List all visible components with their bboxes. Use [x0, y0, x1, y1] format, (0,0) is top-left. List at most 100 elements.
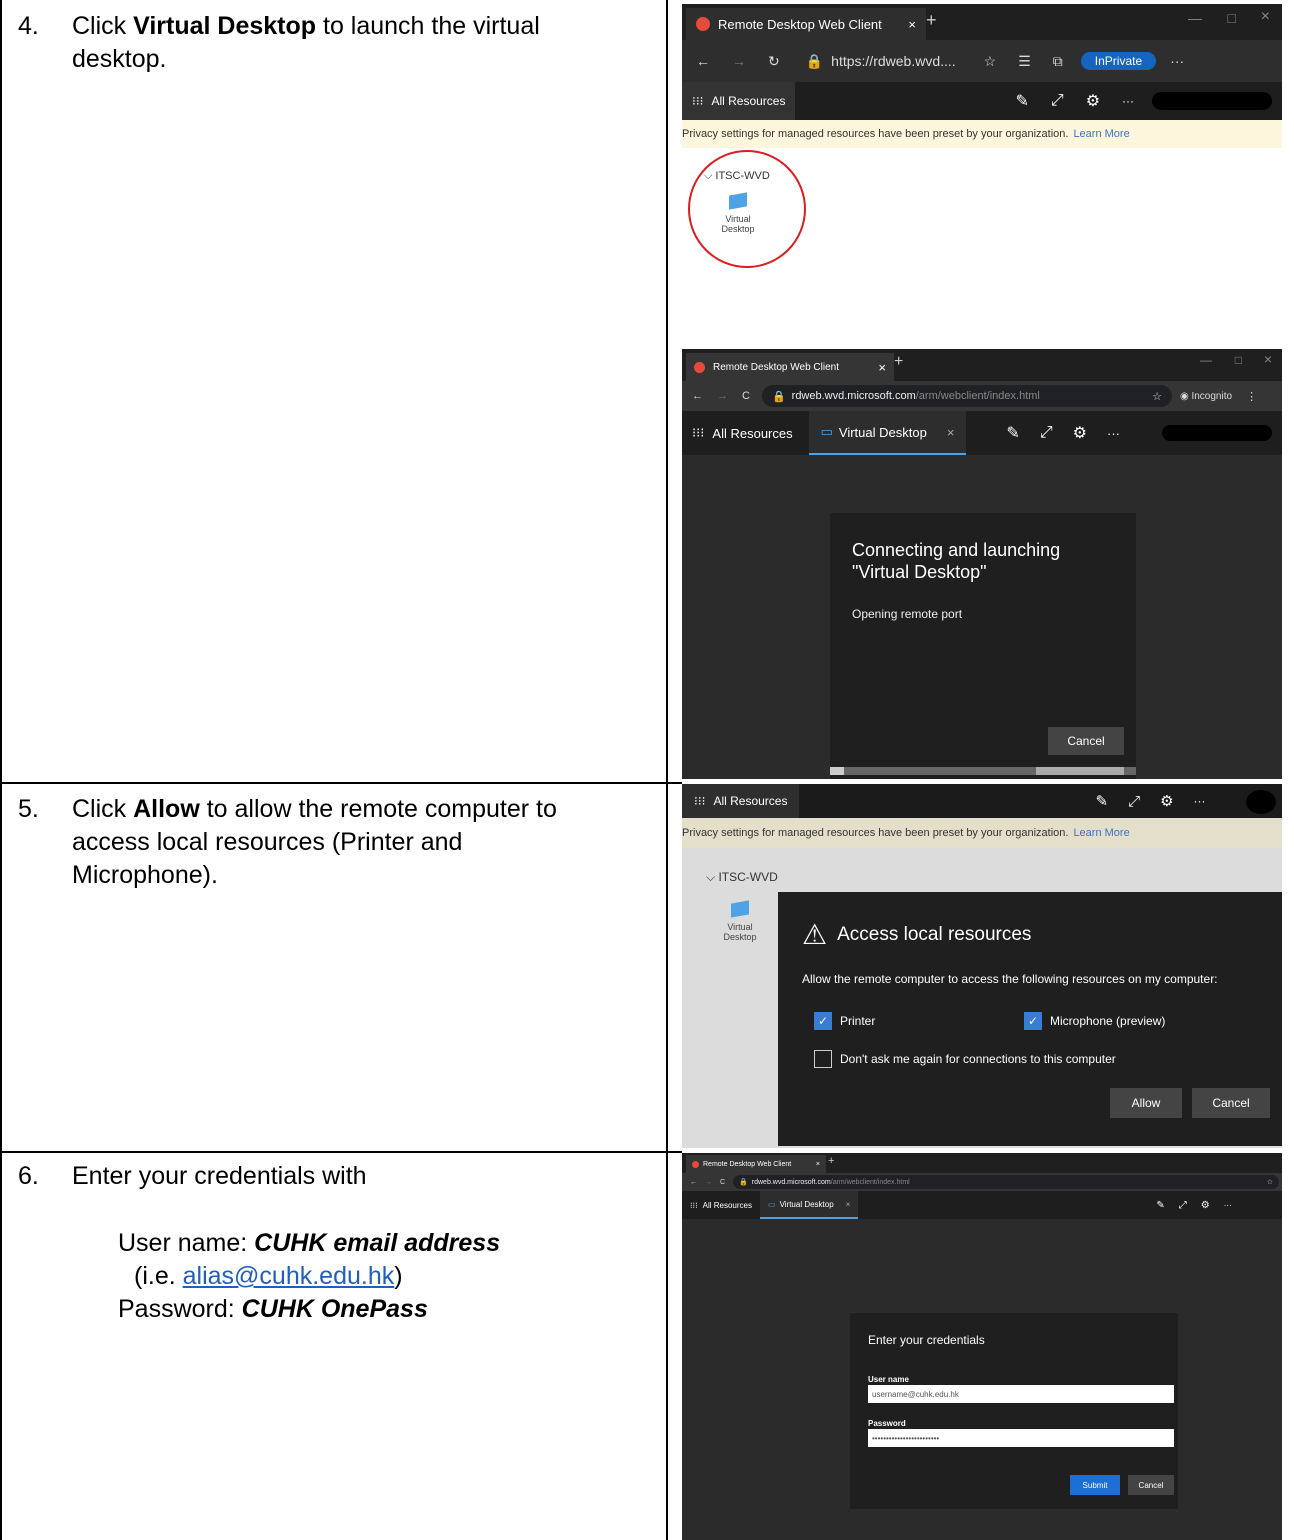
maximize-icon[interactable]: □ — [1228, 10, 1236, 26]
learn-more-link[interactable]: Learn More — [1073, 128, 1129, 140]
expand-icon[interactable]: ⤢ — [1128, 793, 1140, 810]
more-icon[interactable]: ··· — [1194, 794, 1206, 808]
privacy-notice: Privacy settings for managed resources h… — [682, 120, 1282, 148]
new-tab-icon[interactable]: + — [926, 10, 937, 31]
more-icon[interactable]: ··· — [1224, 1201, 1232, 1210]
back-icon[interactable]: ← — [690, 1179, 697, 1186]
rd-toolbar: ⁝⁝⁝ All Resources ✎ ⤢ ⚙ ··· — [682, 784, 1282, 818]
text-part: (i.e. — [134, 1262, 183, 1290]
password-input[interactable]: •••••••••••••••••••••••• — [868, 1429, 1174, 1447]
screenshot-connecting: Remote Desktop Web Client × + — □ × ← → … — [682, 349, 1282, 779]
rd-app-icon — [694, 361, 705, 373]
gear-icon[interactable]: ⚙ — [1160, 792, 1173, 810]
text-part: ) — [394, 1262, 403, 1290]
connecting-dialog: Connecting and launching "Virtual Deskto… — [830, 513, 1136, 779]
all-resources-tab[interactable]: ⁝⁝⁝ All Resources — [682, 784, 800, 818]
notice-text: Privacy settings for managed resources h… — [682, 827, 1069, 839]
all-resources-tab[interactable]: ⁝⁝⁝ All Resources — [682, 425, 803, 441]
allow-button[interactable]: Allow — [1110, 1088, 1182, 1118]
pin-icon[interactable]: ✎ — [1015, 91, 1028, 111]
favorite-icon[interactable]: ☆ — [1267, 1178, 1273, 1186]
browser-tab[interactable]: Remote Desktop Web Client × — [686, 353, 894, 381]
expand-icon[interactable]: ⤢ — [1051, 92, 1064, 110]
url-text[interactable]: https://rdweb.wvd.... — [831, 53, 956, 69]
expand-icon[interactable]: ⤢ — [1179, 1200, 1187, 1211]
favorite-icon[interactable]: ☆ — [984, 53, 997, 70]
rd-toolbar: ⁝⁝⁝ All Resources ▭ Virtual Desktop × ✎ … — [682, 1191, 1282, 1219]
forward-icon[interactable]: → — [717, 390, 728, 402]
virtual-desktop-resource[interactable]: Virtual Desktop — [716, 900, 764, 942]
forward-icon[interactable]: → — [732, 53, 746, 69]
virtual-desktop-tab[interactable]: ▭ Virtual Desktop × — [808, 411, 967, 455]
close-window-icon[interactable]: × — [1264, 351, 1272, 367]
favorites-list-icon[interactable]: ☰ — [1018, 53, 1031, 70]
tab-title: Remote Desktop Web Client — [718, 16, 882, 32]
user-name-input[interactable]: username@cuhk.edu.hk — [868, 1385, 1174, 1403]
rd-app-icon — [692, 1160, 699, 1168]
cancel-button[interactable]: Cancel — [1048, 727, 1124, 755]
url-field[interactable]: 🔒 rdweb.wvd.microsoft.com/arm/webclient/… — [733, 1175, 1280, 1189]
forward-icon[interactable]: → — [705, 1179, 712, 1186]
pin-icon[interactable]: ✎ — [1006, 423, 1019, 443]
rd-toolbar: ⁝⁝⁝ All Resources ✎ ⤢ ⚙ ··· — [682, 82, 1282, 120]
table-border-mid — [666, 0, 668, 1540]
group-header[interactable]: ⌵ ITSC-WVD — [706, 870, 778, 885]
browser-tab[interactable]: Remote Desktop Web Client × — [686, 1155, 826, 1173]
text-part: to launch the virtual — [316, 12, 540, 40]
expand-icon[interactable]: ⤢ — [1040, 424, 1053, 442]
microphone-checkbox[interactable]: ✓ Microphone (preview) — [1024, 1012, 1165, 1030]
more-icon[interactable]: ··· — [1122, 94, 1134, 108]
pin-icon[interactable]: ✎ — [1095, 792, 1108, 810]
incognito-badge[interactable]: ◉ Incognito — [1180, 391, 1232, 402]
printer-checkbox[interactable]: ✓ Printer — [814, 1012, 875, 1030]
minimize-icon[interactable]: — — [1188, 10, 1202, 26]
more-icon[interactable]: ··· — [1170, 53, 1184, 69]
url-field[interactable]: 🔒 rdweb.wvd.microsoft.com/arm/webclient/… — [761, 385, 1172, 407]
collections-icon[interactable]: ⧉ — [1053, 53, 1063, 70]
dialog-title: Enter your credentials — [868, 1333, 985, 1347]
dont-ask-checkbox[interactable]: Don't ask me again for connections to th… — [814, 1050, 1116, 1068]
inprivate-badge[interactable]: InPrivate — [1080, 52, 1157, 70]
favorite-icon[interactable]: ☆ — [1152, 390, 1162, 403]
cancel-button[interactable]: Cancel — [1192, 1088, 1270, 1118]
more-icon[interactable]: ··· — [1107, 426, 1120, 441]
close-icon[interactable]: × — [947, 425, 955, 440]
maximize-icon[interactable]: □ — [1235, 353, 1242, 367]
close-icon[interactable]: × — [846, 1200, 851, 1209]
close-icon[interactable]: × — [878, 360, 886, 375]
label: Password: — [118, 1295, 242, 1323]
new-tab-icon[interactable]: + — [828, 1155, 834, 1167]
new-tab-icon[interactable]: + — [894, 353, 903, 371]
status-text: Opening remote port — [852, 607, 963, 621]
all-resources-tab[interactable]: ⁝⁝⁝ All Resources — [682, 1201, 760, 1210]
table-border-left — [0, 0, 2, 1540]
close-window-icon[interactable]: × — [1261, 8, 1270, 26]
all-resources-tab[interactable]: ⁝⁝⁝ All Resources — [682, 82, 796, 120]
close-icon[interactable]: × — [908, 17, 916, 32]
refresh-icon[interactable]: C — [720, 1179, 725, 1186]
user-name-label: User name — [868, 1375, 909, 1384]
email-link[interactable]: alias@cuhk.edu.hk — [183, 1262, 395, 1290]
grid-icon: ⁝⁝⁝ — [692, 94, 704, 108]
gear-icon[interactable]: ⚙ — [1086, 91, 1100, 111]
refresh-icon[interactable]: C — [742, 390, 750, 402]
dialog-title: Connecting and launching "Virtual Deskto… — [852, 539, 1060, 583]
close-icon[interactable]: × — [816, 1161, 820, 1168]
minimize-icon[interactable]: — — [1200, 353, 1212, 367]
notice-text: Privacy settings for managed resources h… — [682, 128, 1069, 140]
back-icon[interactable]: ← — [692, 390, 703, 402]
virtual-desktop-tab[interactable]: ▭ Virtual Desktop × — [760, 1191, 859, 1219]
pin-icon[interactable]: ✎ — [1156, 1200, 1164, 1211]
gear-icon[interactable]: ⚙ — [1201, 1200, 1210, 1211]
title-line: Connecting and launching — [852, 540, 1061, 560]
text-part: access local resources (Printer and — [72, 828, 463, 856]
text-part: to allow the remote computer to — [199, 795, 557, 823]
cancel-button[interactable]: Cancel — [1128, 1475, 1174, 1495]
learn-more-link[interactable]: Learn More — [1073, 827, 1129, 839]
refresh-icon[interactable]: ↻ — [768, 53, 780, 70]
back-icon[interactable]: ← — [696, 53, 710, 69]
gear-icon[interactable]: ⚙ — [1073, 423, 1087, 443]
submit-button[interactable]: Submit — [1070, 1475, 1120, 1495]
menu-icon[interactable]: ⋮ — [1246, 390, 1257, 403]
browser-tab[interactable]: Remote Desktop Web Client × — [686, 8, 926, 40]
